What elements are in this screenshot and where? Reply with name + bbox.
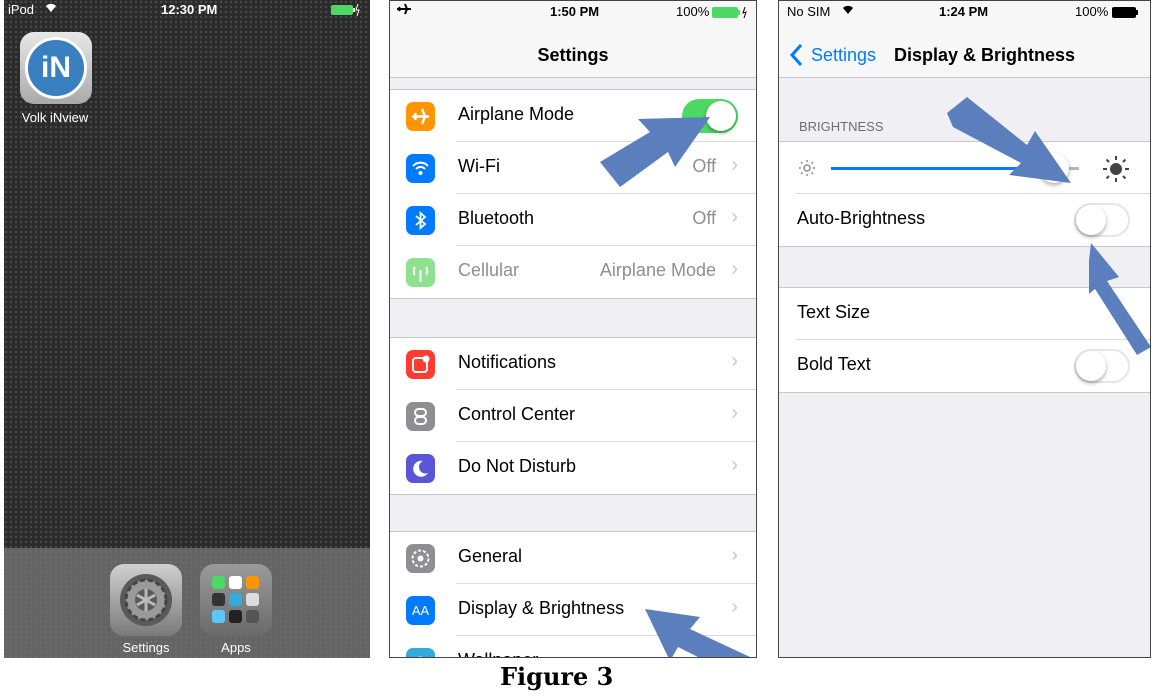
page-title: Settings (537, 45, 609, 65)
row-value: Off (692, 208, 716, 228)
cellular-icon (406, 258, 435, 287)
row-label: Auto-Brightness (797, 208, 926, 228)
display-icon: AA (406, 596, 435, 625)
control-center-icon (406, 402, 435, 431)
row-label: Notifications (458, 352, 557, 372)
row-label: Bluetooth (458, 208, 535, 228)
back-button[interactable]: Settings (811, 45, 876, 66)
dock: Settings Apps (4, 548, 370, 658)
chevron-right-icon: › (731, 350, 738, 372)
sun-small-icon (797, 158, 817, 183)
row-label: Cellular (458, 260, 520, 280)
settings-screen: 1:50 PM 100% Settings Airplane Mode Wi-F… (389, 0, 757, 658)
wifi-icon (841, 3, 855, 18)
row-label: Bold Text (797, 354, 871, 374)
navigation-bar: Settings (390, 21, 756, 78)
battery-label: 100% (1075, 4, 1109, 19)
gear-icon (406, 544, 435, 573)
row-label: Control Center (458, 404, 576, 424)
wifi-icon (44, 1, 58, 16)
volk-inview-app-icon[interactable]: iN (20, 32, 92, 104)
carrier-label: iPod (8, 2, 35, 17)
notifications-group: Notifications › Control Center › Do Not … (390, 337, 756, 495)
row-label: Do Not Disturb (458, 456, 577, 476)
row-general[interactable]: General › (390, 532, 756, 584)
chevron-right-icon: › (731, 454, 738, 476)
status-bar: 1:50 PM 100% (390, 1, 756, 21)
wallpaper-icon (406, 648, 435, 657)
apps-folder-label: Apps (221, 640, 251, 655)
airplane-status-icon (396, 1, 412, 20)
chevron-right-icon: › (731, 402, 738, 424)
pointer-arrow (645, 609, 750, 657)
settings-app-label: Settings (122, 640, 170, 655)
row-label: Airplane Mode (458, 104, 575, 124)
clock: 12:30 PM (161, 2, 218, 17)
clock: 1:50 PM (550, 4, 600, 19)
row-control-center[interactable]: Control Center › (390, 390, 756, 442)
battery-label: 100% (676, 4, 710, 19)
row-label: Display & Brightness (458, 598, 625, 618)
display-brightness-screen: No SIM 1:24 PM 100% Settings Display & B… (778, 0, 1151, 658)
section-header: BRIGHTNESS (799, 119, 884, 134)
airplane-icon (406, 102, 435, 131)
settings-app-icon[interactable] (110, 564, 182, 636)
status-bar: No SIM 1:24 PM 100% (779, 1, 1150, 21)
page-title: Display & Brightness (894, 45, 1076, 65)
battery-icon (331, 3, 361, 19)
row-label: Wallpaper (458, 650, 538, 657)
row-label: Text Size (797, 302, 871, 322)
inview-logo: iN (25, 37, 87, 99)
bluetooth-icon (406, 206, 435, 235)
row-value: Airplane Mode (599, 260, 716, 280)
chevron-right-icon: › (731, 544, 738, 566)
chevron-right-icon: › (731, 258, 738, 280)
moon-icon (406, 454, 435, 483)
chevron-right-icon: › (731, 206, 738, 228)
clock: 1:24 PM (939, 4, 989, 19)
status-bar: iPod 12:30 PM (4, 0, 370, 20)
chevron-left-icon[interactable] (789, 43, 803, 72)
chevron-right-icon: › (731, 154, 738, 176)
pointer-arrow (1089, 243, 1150, 355)
battery-icon (712, 6, 750, 21)
sun-large-icon (1101, 154, 1131, 189)
row-do-not-disturb[interactable]: Do Not Disturb › (390, 442, 756, 494)
notifications-icon (406, 350, 435, 379)
figure-caption: Figure 3 (500, 662, 614, 691)
row-label: General (458, 546, 523, 566)
row-cellular[interactable]: Cellular Airplane Mode › (390, 246, 756, 298)
row-label: Wi-Fi (458, 156, 500, 176)
carrier-label: No SIM (787, 4, 831, 19)
pointer-arrow (600, 117, 710, 187)
app-grid-icon (212, 576, 259, 623)
battery-icon (1112, 6, 1140, 21)
pointer-arrow (947, 97, 1071, 183)
app-label: Volk iNview (21, 110, 89, 125)
wifi-icon (406, 154, 435, 183)
home-screen: iPod 12:30 PM iN Volk iNview Settings Ap… (4, 0, 370, 658)
row-bluetooth[interactable]: Bluetooth Off › (390, 194, 756, 246)
apps-folder-icon[interactable] (200, 564, 272, 636)
navigation-bar: Settings Display & Brightness (779, 21, 1150, 78)
row-notifications[interactable]: Notifications › (390, 338, 756, 390)
auto-brightness-toggle[interactable] (1074, 203, 1130, 237)
toggle-knob (1076, 205, 1106, 235)
gear-icon (120, 574, 172, 626)
